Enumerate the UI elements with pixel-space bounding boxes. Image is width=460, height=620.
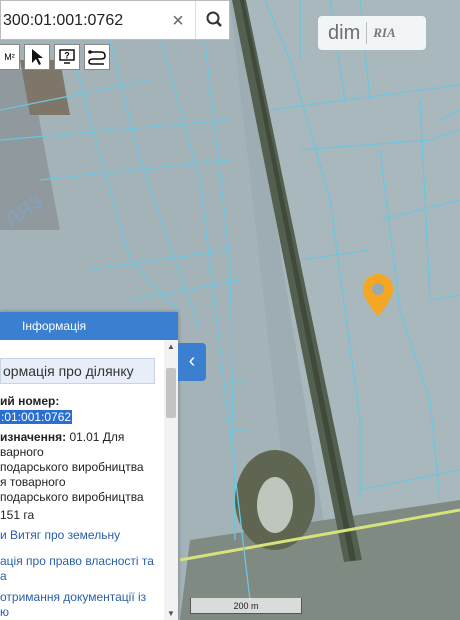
logo-ria-text: RIA bbox=[373, 25, 396, 40]
cadastre-number-value[interactable]: :01:001:0762 bbox=[0, 410, 73, 424]
purpose-line-5: подарського виробництва bbox=[0, 490, 144, 504]
identify-tool[interactable]: ? bbox=[54, 44, 80, 70]
ownership-link-cont[interactable]: а bbox=[0, 569, 7, 583]
documentation-link[interactable]: отримання документації із bbox=[0, 590, 146, 604]
parcel-info-title: ормація про ділянку bbox=[0, 358, 155, 384]
cursor-icon bbox=[32, 49, 43, 65]
logo-dim-text: dim bbox=[328, 21, 361, 44]
area-icon: M² bbox=[4, 52, 15, 62]
info-panel-body: ормація про ділянку ий номер: :01:001:07… bbox=[0, 340, 164, 620]
ownership-link[interactable]: ація про право власності та bbox=[0, 554, 154, 568]
info-panel: Інформація ормація про ділянку ий номер:… bbox=[0, 312, 178, 620]
svg-text:?: ? bbox=[64, 51, 70, 61]
info-panel-header: Інформація bbox=[0, 312, 178, 340]
purpose-row: изначення: 01.01 Для bbox=[0, 430, 124, 444]
purpose-line-2: варного bbox=[0, 445, 44, 459]
panel-scrollbar[interactable]: ▲ ▼ bbox=[164, 340, 178, 620]
scroll-up-icon[interactable]: ▲ bbox=[167, 342, 175, 351]
purpose-value: 01.01 Для bbox=[66, 430, 125, 444]
extract-link[interactable]: и Витяг про земельну bbox=[0, 528, 120, 542]
documentation-link-cont[interactable]: ю bbox=[0, 605, 9, 619]
scrollbar-thumb[interactable] bbox=[166, 368, 176, 418]
location-marker-icon[interactable] bbox=[361, 272, 395, 318]
purpose-label: изначення: bbox=[0, 430, 67, 444]
scroll-down-icon[interactable]: ▼ bbox=[167, 609, 175, 618]
route-tool[interactable] bbox=[84, 44, 110, 70]
search-icon bbox=[206, 11, 222, 27]
route-icon bbox=[88, 50, 106, 65]
help-monitor-icon: ? bbox=[59, 49, 75, 64]
scale-bar: 200 m bbox=[190, 598, 302, 614]
cadastre-number-label: ий номер: bbox=[0, 394, 60, 408]
clear-search-button[interactable]: × bbox=[167, 9, 189, 33]
search-input[interactable] bbox=[1, 9, 168, 33]
map-toolbar: M² ? bbox=[0, 44, 110, 72]
search-button[interactable] bbox=[195, 1, 232, 39]
area-value: 151 га bbox=[0, 508, 35, 522]
purpose-line-4: я товарного bbox=[0, 475, 66, 489]
collapse-panel-button[interactable]: ‹ bbox=[178, 343, 206, 381]
pointer-tool[interactable] bbox=[24, 44, 50, 70]
search-bar: × bbox=[0, 0, 230, 40]
measure-area-tool[interactable]: M² bbox=[0, 44, 20, 70]
logo-separator bbox=[366, 22, 368, 44]
purpose-line-3: подарського виробництва bbox=[0, 460, 144, 474]
dim-ria-logo: dim RIA bbox=[318, 16, 426, 50]
